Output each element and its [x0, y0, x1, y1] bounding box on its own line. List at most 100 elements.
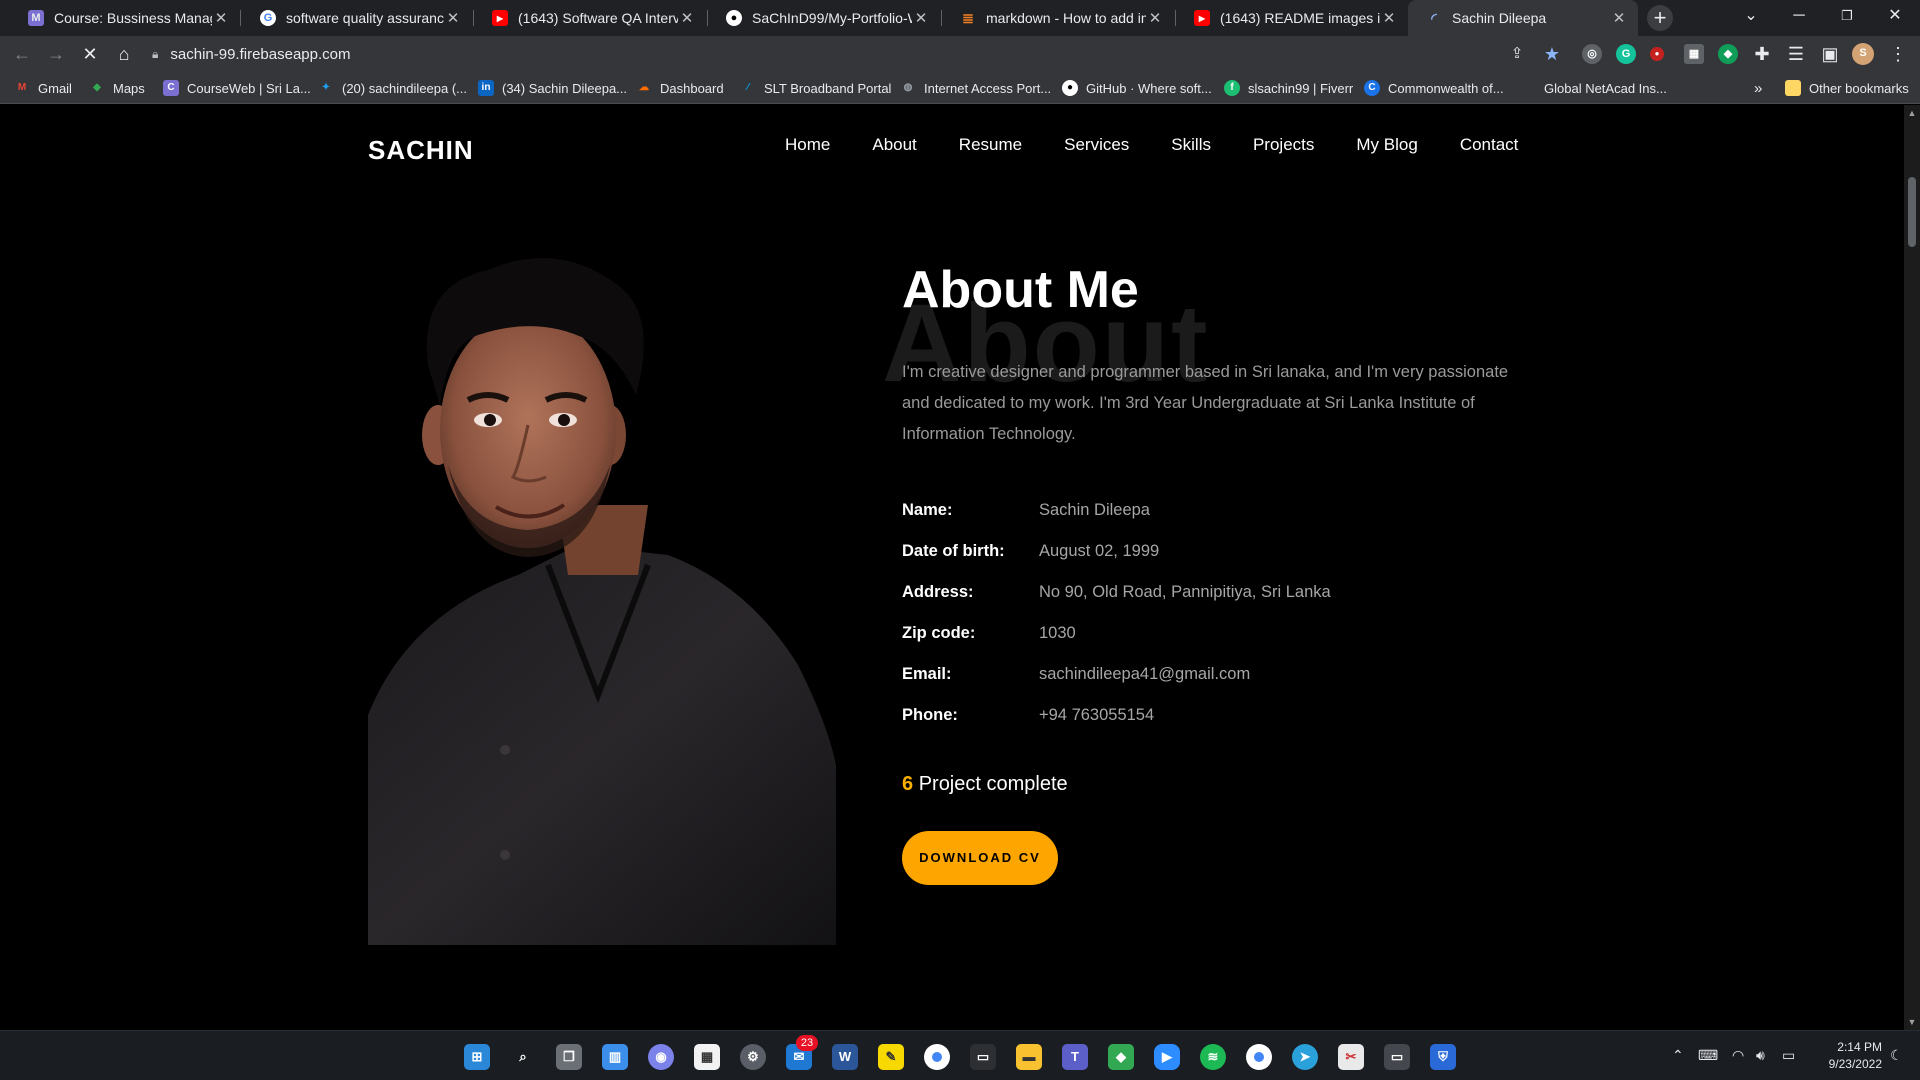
nav-my-blog[interactable]: My Blog [1356, 135, 1417, 155]
nav-resume[interactable]: Resume [959, 135, 1022, 155]
tab-youtube-readme[interactable]: ▶ (1643) README images in Git ✕ [1176, 0, 1408, 36]
nav-contact[interactable]: Contact [1460, 135, 1519, 155]
telegram-icon[interactable]: ➤ [1292, 1044, 1318, 1070]
bookmark-github[interactable]: ● GitHub · Where soft... [1062, 78, 1212, 98]
bookmark-dashboard[interactable]: ☁ Dashboard [636, 78, 724, 98]
teams-chat-icon[interactable]: ◉ [648, 1044, 674, 1070]
teams-icon[interactable]: T [1062, 1044, 1088, 1070]
scroll-up-arrow[interactable]: ▲ [1904, 105, 1920, 121]
close-icon[interactable]: ✕ [1380, 9, 1398, 27]
minimize-button[interactable]: ─ [1779, 0, 1819, 32]
bookmark-netacad[interactable]: Global NetAcad Ins... [1520, 78, 1667, 98]
grammarly-icon[interactable]: G [1616, 44, 1636, 64]
nav-projects[interactable]: Projects [1253, 135, 1314, 155]
close-icon[interactable]: ✕ [212, 9, 230, 27]
tab-search-icon[interactable]: ⌄ [1731, 0, 1771, 32]
settings-gear-icon[interactable]: ⚙ [740, 1044, 766, 1070]
scroll-down-arrow[interactable]: ▼ [1904, 1014, 1920, 1030]
tab-google-search[interactable]: G software quality assurance en ✕ [242, 0, 472, 36]
tray-chevron-icon[interactable]: ⌃ [1672, 1047, 1684, 1064]
menu-dots-icon[interactable]: ⋮ [1886, 42, 1910, 66]
search-icon[interactable]: ⌕ [510, 1044, 536, 1070]
record-extension-icon[interactable]: ● [1650, 47, 1664, 61]
snipping-tool-icon[interactable]: ✂ [1338, 1044, 1364, 1070]
chrome-icon[interactable] [924, 1044, 950, 1070]
close-icon[interactable]: ✕ [678, 9, 696, 27]
extension-grid-icon[interactable]: ▦ [1684, 44, 1704, 64]
nav-services[interactable]: Services [1064, 135, 1129, 155]
system-clock[interactable]: 2:14 PM 9/23/2022 [1812, 1039, 1882, 1073]
extensions-puzzle-icon[interactable]: ✚ [1750, 42, 1774, 66]
volume-icon[interactable]: 🔊︎ [1756, 1047, 1765, 1064]
bookmark-fiverr[interactable]: f slsachin99 | Fiverr [1224, 78, 1353, 98]
bookmark-slt[interactable]: ⁄ SLT Broadband Portal [740, 78, 891, 98]
bookmark-gmail[interactable]: M Gmail [14, 78, 72, 98]
bookmark-courseweb[interactable]: C CourseWeb | Sri La... [163, 78, 311, 98]
word-icon[interactable]: W [832, 1044, 858, 1070]
reading-list-icon[interactable]: ☰ [1784, 42, 1808, 66]
bookmark-star-icon[interactable]: ★ [1540, 42, 1564, 66]
bookmark-internet-access[interactable]: ◍ Internet Access Port... [900, 78, 1052, 98]
projects-count: 6 [902, 773, 914, 795]
tab-github-portfolio[interactable]: ● SaChInD99/My-Portfolio-Web ✕ [708, 0, 940, 36]
gmail-icon: M [17, 82, 27, 93]
spotify-icon[interactable]: ≋ [1200, 1044, 1226, 1070]
zoom-icon[interactable]: ▶ [1154, 1044, 1180, 1070]
bookmark-maps[interactable]: ◆ Maps [89, 78, 145, 98]
extension-glasses-icon[interactable]: ◎ [1582, 44, 1602, 64]
tab-course[interactable]: M Course: Bussiness Manageme ✕ [10, 0, 240, 36]
git-icon[interactable]: ◆ [1108, 1044, 1134, 1070]
tab-title: (1643) README images in Git [1220, 10, 1380, 26]
sticky-notes-icon[interactable]: ✎ [878, 1044, 904, 1070]
keyboard-icon[interactable]: ⌨ [1698, 1047, 1718, 1064]
info-key: Zip code: [902, 624, 976, 642]
microsoft-store-icon[interactable]: ▦ [694, 1044, 720, 1070]
display-icon[interactable]: ▭ [1384, 1044, 1410, 1070]
stop-loading-button[interactable]: ✕ [78, 42, 102, 66]
side-panel-icon[interactable]: ▣ [1818, 42, 1842, 66]
share-icon[interactable]: ⇪ [1505, 42, 1529, 66]
more-bookmarks-chevron[interactable]: » [1754, 78, 1762, 98]
extension-swirl-icon[interactable]: ◆ [1718, 44, 1738, 64]
site-logo[interactable]: SACHIN [368, 135, 474, 166]
wifi-icon[interactable]: ◠ [1732, 1047, 1744, 1064]
terminal-icon[interactable]: ▭ [970, 1044, 996, 1070]
new-tab-button[interactable]: + [1647, 5, 1673, 31]
scroll-thumb[interactable] [1908, 177, 1916, 247]
back-button[interactable]: ← [10, 42, 34, 66]
nav-home[interactable]: Home [785, 135, 830, 155]
tab-stackoverflow[interactable]: ≣ markdown - How to add imag ✕ [942, 0, 1174, 36]
address-bar[interactable]: 🔒︎ sachin-99.firebaseapp.com [152, 40, 1532, 68]
battery-icon[interactable]: ▭ [1782, 1047, 1795, 1064]
widgets-icon[interactable]: ▥ [602, 1044, 628, 1070]
download-cv-button[interactable]: DOWNLOAD CV [902, 831, 1058, 885]
bookmark-commonwealth[interactable]: C Commonwealth of... [1364, 78, 1504, 98]
close-icon[interactable]: ✕ [1610, 9, 1628, 27]
file-explorer-icon[interactable]: ▬ [1016, 1044, 1042, 1070]
close-icon[interactable]: ✕ [912, 9, 930, 27]
tab-active-sachin[interactable]: ◜ Sachin Dileepa ✕ [1408, 0, 1638, 36]
forward-button[interactable]: → [44, 42, 68, 66]
netacad-icon [1520, 80, 1536, 96]
tab-youtube-qa[interactable]: ▶ (1643) Software QA Interview ✕ [474, 0, 706, 36]
bookmark-linkedin[interactable]: in (34) Sachin Dileepa... [478, 78, 627, 98]
nav-about[interactable]: About [872, 135, 916, 155]
windows-taskbar: ⊞ ⌕ ❐ ▥ ◉ ▦ ⚙ ✉ 23 W ✎ ▭ ▬ T ◆ ▶ ≋ ➤ ✂ ▭… [0, 1030, 1920, 1080]
bookmark-twitter[interactable]: ✦ (20) sachindileepa (... [318, 78, 467, 98]
restore-button[interactable]: ❐ [1827, 0, 1867, 32]
nav-skills[interactable]: Skills [1171, 135, 1211, 155]
close-icon[interactable]: ✕ [444, 9, 462, 27]
close-icon[interactable]: ✕ [1146, 9, 1164, 27]
home-button[interactable]: ⌂ [112, 42, 136, 66]
profile-avatar[interactable]: S [1852, 43, 1874, 65]
github-icon: ● [1062, 80, 1078, 96]
tab-title: Sachin Dileepa [1452, 10, 1547, 26]
other-bookmarks[interactable]: Other bookmarks [1785, 78, 1909, 98]
shield-icon[interactable]: ⛨ [1430, 1044, 1456, 1070]
chrome-profile-icon[interactable] [1246, 1044, 1272, 1070]
task-view-icon[interactable]: ❐ [556, 1044, 582, 1070]
windows-start-icon[interactable]: ⊞ [464, 1044, 490, 1070]
notifications-icon[interactable]: ☾ [1890, 1047, 1903, 1064]
window-close-button[interactable]: ✕ [1875, 0, 1915, 32]
page-scrollbar[interactable]: ▲ ▼ [1904, 105, 1920, 1030]
